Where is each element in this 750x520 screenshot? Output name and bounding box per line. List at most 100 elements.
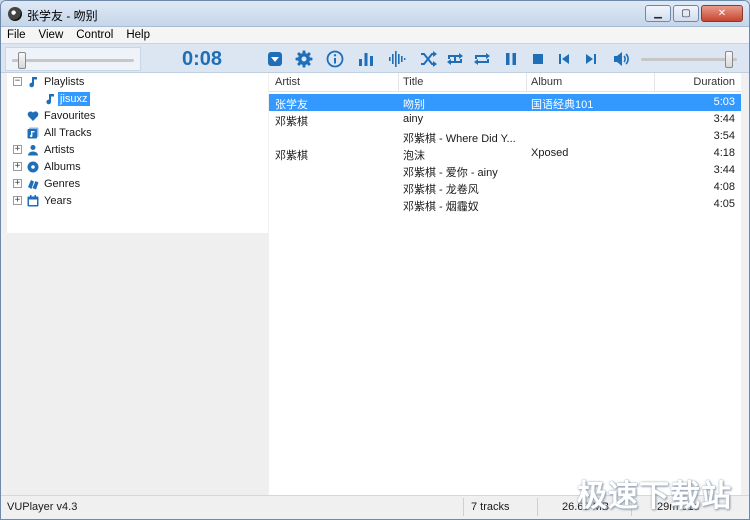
repeat-all-button[interactable]	[471, 48, 493, 70]
track-row[interactable]: 邓紫棋 泡沫 Xposed 4:18	[269, 145, 741, 162]
pause-button[interactable]	[500, 48, 522, 70]
column-divider[interactable]	[654, 73, 655, 92]
column-divider[interactable]	[398, 73, 399, 92]
expand-icon[interactable]: +	[13, 196, 22, 205]
options-button[interactable]	[293, 48, 315, 70]
status-divider	[537, 498, 538, 516]
minimize-button[interactable]: ▁	[645, 5, 671, 22]
column-duration[interactable]: Duration	[693, 76, 735, 88]
track-row[interactable]: 邓紫棋 - Where Did Y... 3:54	[269, 128, 741, 145]
volume-slider[interactable]	[637, 47, 741, 71]
shuffle-button[interactable]	[417, 48, 439, 70]
track-row[interactable]: 张学友 吻别 国语经典101 5:03	[269, 94, 741, 111]
track-artist: 邓紫棋	[275, 116, 308, 128]
tree-item-genres[interactable]: + Genres	[7, 175, 268, 192]
close-icon: ✕	[717, 8, 727, 19]
tree-item-years[interactable]: + Years	[7, 192, 268, 209]
stop-button[interactable]	[527, 48, 549, 70]
watermark-text: 极速下载站	[577, 479, 732, 514]
track-title: 邓紫棋 - 龙卷风	[403, 184, 479, 196]
skip-back-icon	[559, 54, 569, 64]
column-title[interactable]: Title	[403, 76, 423, 88]
repeat-one-icon	[447, 53, 463, 65]
app-logo-icon	[8, 7, 22, 21]
column-album[interactable]: Album	[531, 76, 562, 88]
menu-help[interactable]: Help	[126, 29, 150, 41]
seek-bar[interactable]	[5, 47, 141, 71]
expand-icon[interactable]: +	[13, 179, 22, 188]
tree-label-albums: Albums	[44, 160, 81, 173]
track-row[interactable]: 邓紫棋 - 烟霾奴 4:05	[269, 196, 741, 213]
output-device-button[interactable]	[264, 48, 286, 70]
track-artist: 邓紫棋	[275, 150, 308, 162]
expand-icon[interactable]: +	[13, 145, 22, 154]
app-window: 张学友 - 吻别 ▁ ▢ ✕ File View Control Help 0:…	[0, 0, 750, 520]
repeat-icon	[474, 53, 490, 65]
seek-handle[interactable]	[17, 52, 26, 69]
maximize-button[interactable]: ▢	[673, 5, 699, 22]
status-track-count: 7 tracks	[471, 501, 510, 513]
track-title: 邓紫棋 - 烟霾奴	[403, 201, 479, 213]
expand-icon[interactable]: +	[13, 162, 22, 171]
title-bar[interactable]: 张学友 - 吻别 ▁ ▢ ✕	[1, 1, 749, 27]
skip-forward-icon	[586, 54, 596, 64]
tree-label-genres: Genres	[44, 177, 81, 190]
track-row[interactable]: 邓紫棋 ainy 3:44	[269, 111, 741, 128]
tree-item-favourites[interactable]: Favourites	[7, 107, 268, 124]
column-divider[interactable]	[526, 73, 527, 92]
track-duration: 3:44	[713, 164, 735, 176]
waveform-button[interactable]	[386, 48, 408, 70]
tree-item-playlists[interactable]: − Playlists	[7, 73, 268, 90]
shuffle-icon	[421, 51, 437, 67]
collapse-icon[interactable]: −	[13, 77, 22, 86]
bar-chart-icon	[359, 53, 373, 66]
status-divider	[463, 498, 464, 516]
window-title: 张学友 - 吻别	[27, 9, 98, 23]
waveform-icon	[389, 51, 406, 67]
seek-track	[12, 59, 134, 62]
info-button[interactable]	[324, 48, 346, 70]
menu-bar: File View Control Help	[1, 27, 749, 43]
repeat-track-button[interactable]	[444, 48, 466, 70]
tree-item-playlist[interactable]: jisuxz	[7, 90, 268, 107]
tree-label-artists: Artists	[44, 143, 75, 156]
disc-icon	[27, 161, 39, 173]
volume-track	[641, 58, 737, 61]
output-device-icon	[268, 52, 282, 66]
sidebar-empty-area	[7, 233, 268, 495]
track-row[interactable]: 邓紫棋 - 爱你 - ainy 3:44	[269, 162, 741, 179]
next-button[interactable]	[580, 48, 602, 70]
toolbar: 0:08	[1, 43, 749, 73]
close-button[interactable]: ✕	[701, 5, 743, 22]
mute-button[interactable]	[610, 48, 632, 70]
visualizer-button[interactable]	[355, 48, 377, 70]
track-title: 泡沫	[403, 150, 425, 162]
track-title: 邓紫棋 - 爱你 - ainy	[403, 167, 498, 179]
info-icon	[326, 50, 344, 68]
library-tree: − Playlists jisuxz Favourites All Tracks	[7, 73, 268, 233]
gear-icon	[295, 50, 313, 68]
tree-item-all-tracks[interactable]: All Tracks	[7, 124, 268, 141]
track-album: Xposed	[531, 147, 569, 159]
track-duration: 4:08	[713, 181, 735, 193]
tree-item-artists[interactable]: + Artists	[7, 141, 268, 158]
tree-label-all-tracks: All Tracks	[44, 126, 92, 139]
tree-item-albums[interactable]: + Albums	[7, 158, 268, 175]
time-display: 0:08	[143, 47, 261, 71]
previous-button[interactable]	[553, 48, 575, 70]
status-version: VUPlayer v4.3	[7, 501, 78, 513]
music-note-icon	[27, 76, 39, 88]
track-duration: 4:18	[713, 147, 735, 159]
volume-handle[interactable]	[724, 51, 733, 68]
menu-control[interactable]: Control	[76, 29, 113, 41]
minimize-icon: ▁	[654, 8, 662, 19]
track-list: Artist Title Album Duration 张学友 吻别 国语经典1…	[269, 73, 741, 495]
speaker-icon	[614, 52, 629, 66]
menu-file[interactable]: File	[7, 29, 26, 41]
column-artist[interactable]: Artist	[275, 76, 300, 88]
menu-view[interactable]: View	[39, 29, 64, 41]
track-duration: 3:54	[713, 130, 735, 142]
track-row[interactable]: 邓紫棋 - 龙卷风 4:08	[269, 179, 741, 196]
track-title: ainy	[403, 113, 424, 125]
pause-icon	[506, 53, 516, 65]
